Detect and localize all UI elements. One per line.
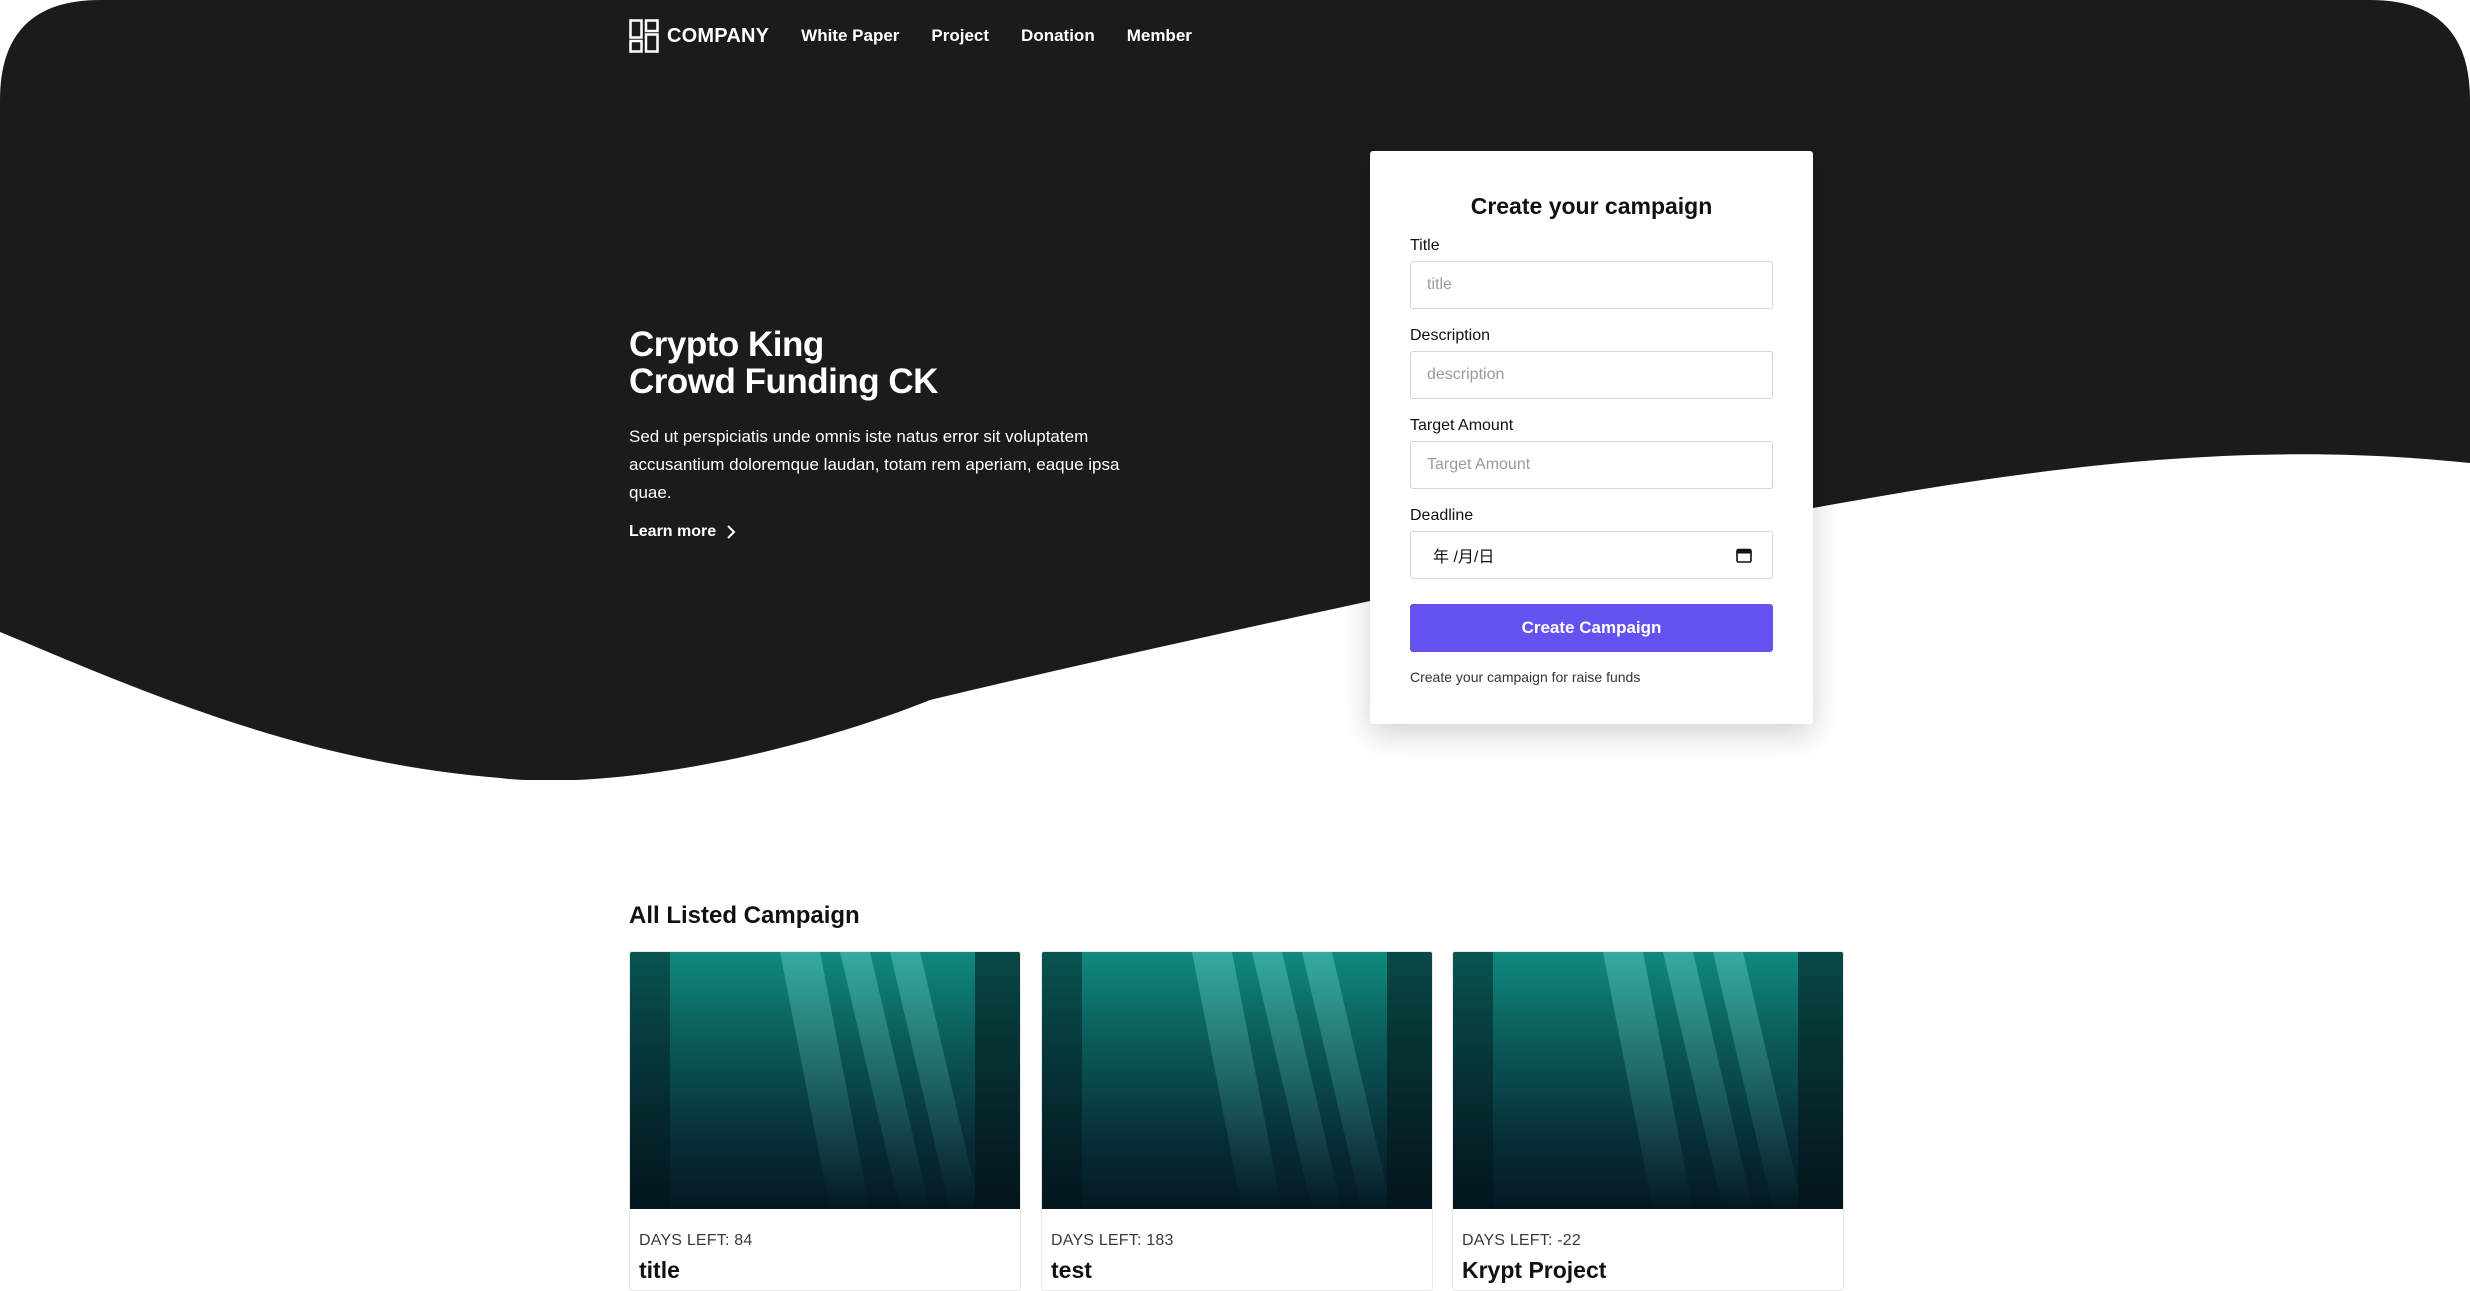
top-navbar: COMPANY White Paper Project Donation Mem… [629,16,1224,56]
campaign-title: title [639,1257,680,1283]
campaign-card[interactable]: DAYS LEFT: 84 title [629,951,1021,1291]
hero-title-line-1: Crypto King [629,325,824,364]
create-campaign-button[interactable]: Create Campaign [1410,604,1773,652]
description-label: Description [1410,327,1491,344]
section-title: All Listed Campaign [629,902,860,929]
nav-link-member[interactable]: Member [1127,26,1192,46]
nav-link-white-paper[interactable]: White Paper [801,26,899,46]
logo-text[interactable]: COMPANY [667,25,769,48]
target-amount-label: Target Amount [1410,417,1514,434]
deadline-date-input[interactable]: 年 /月/日 [1410,531,1773,579]
form-note: Create your campaign for raise funds [1410,669,1641,685]
days-left: DAYS LEFT: -22 [1462,1232,1581,1249]
campaign-title: Krypt Project [1462,1257,1607,1283]
nav-link-donation[interactable]: Donation [1021,26,1095,46]
hero-description: Sed ut perspiciatis unde omnis iste natu… [629,427,1120,502]
learn-more-link[interactable]: Learn more [629,523,736,541]
title-label: Title [1410,237,1440,254]
nav-link-project[interactable]: Project [931,26,989,46]
chevron-right-icon [727,525,736,539]
campaign-card[interactable]: DAYS LEFT: -22 Krypt Project [1452,951,1844,1291]
target-amount-input[interactable] [1410,441,1773,489]
campaign-image [1453,952,1843,1209]
learn-more-label: Learn more [629,523,717,540]
campaign-title: test [1051,1257,1092,1283]
form-title: Create your campaign [1470,193,1713,219]
hero-title: Crypto King Crowd Funding CK [629,326,938,400]
deadline-label: Deadline [1410,507,1474,524]
description-input[interactable] [1410,351,1773,399]
title-input[interactable] [1410,261,1773,309]
days-left: DAYS LEFT: 84 [639,1232,753,1249]
grid-logo-icon[interactable] [629,19,659,53]
campaign-image [1042,952,1432,1209]
hero-background [0,0,2470,780]
campaign-image [630,952,1020,1209]
calendar-icon[interactable] [1736,547,1752,563]
campaign-card-list: DAYS LEFT: 84 title DAYS LEFT: 183 test … [629,951,1844,1291]
days-left: DAYS LEFT: 183 [1051,1232,1174,1249]
deadline-value: 年 /月/日 [1433,549,1495,566]
hero-title-line-2: Crowd Funding CK [629,362,938,401]
create-campaign-form: Create your campaign Title Description T… [1370,151,1813,724]
campaign-card[interactable]: DAYS LEFT: 183 test [1041,951,1433,1291]
